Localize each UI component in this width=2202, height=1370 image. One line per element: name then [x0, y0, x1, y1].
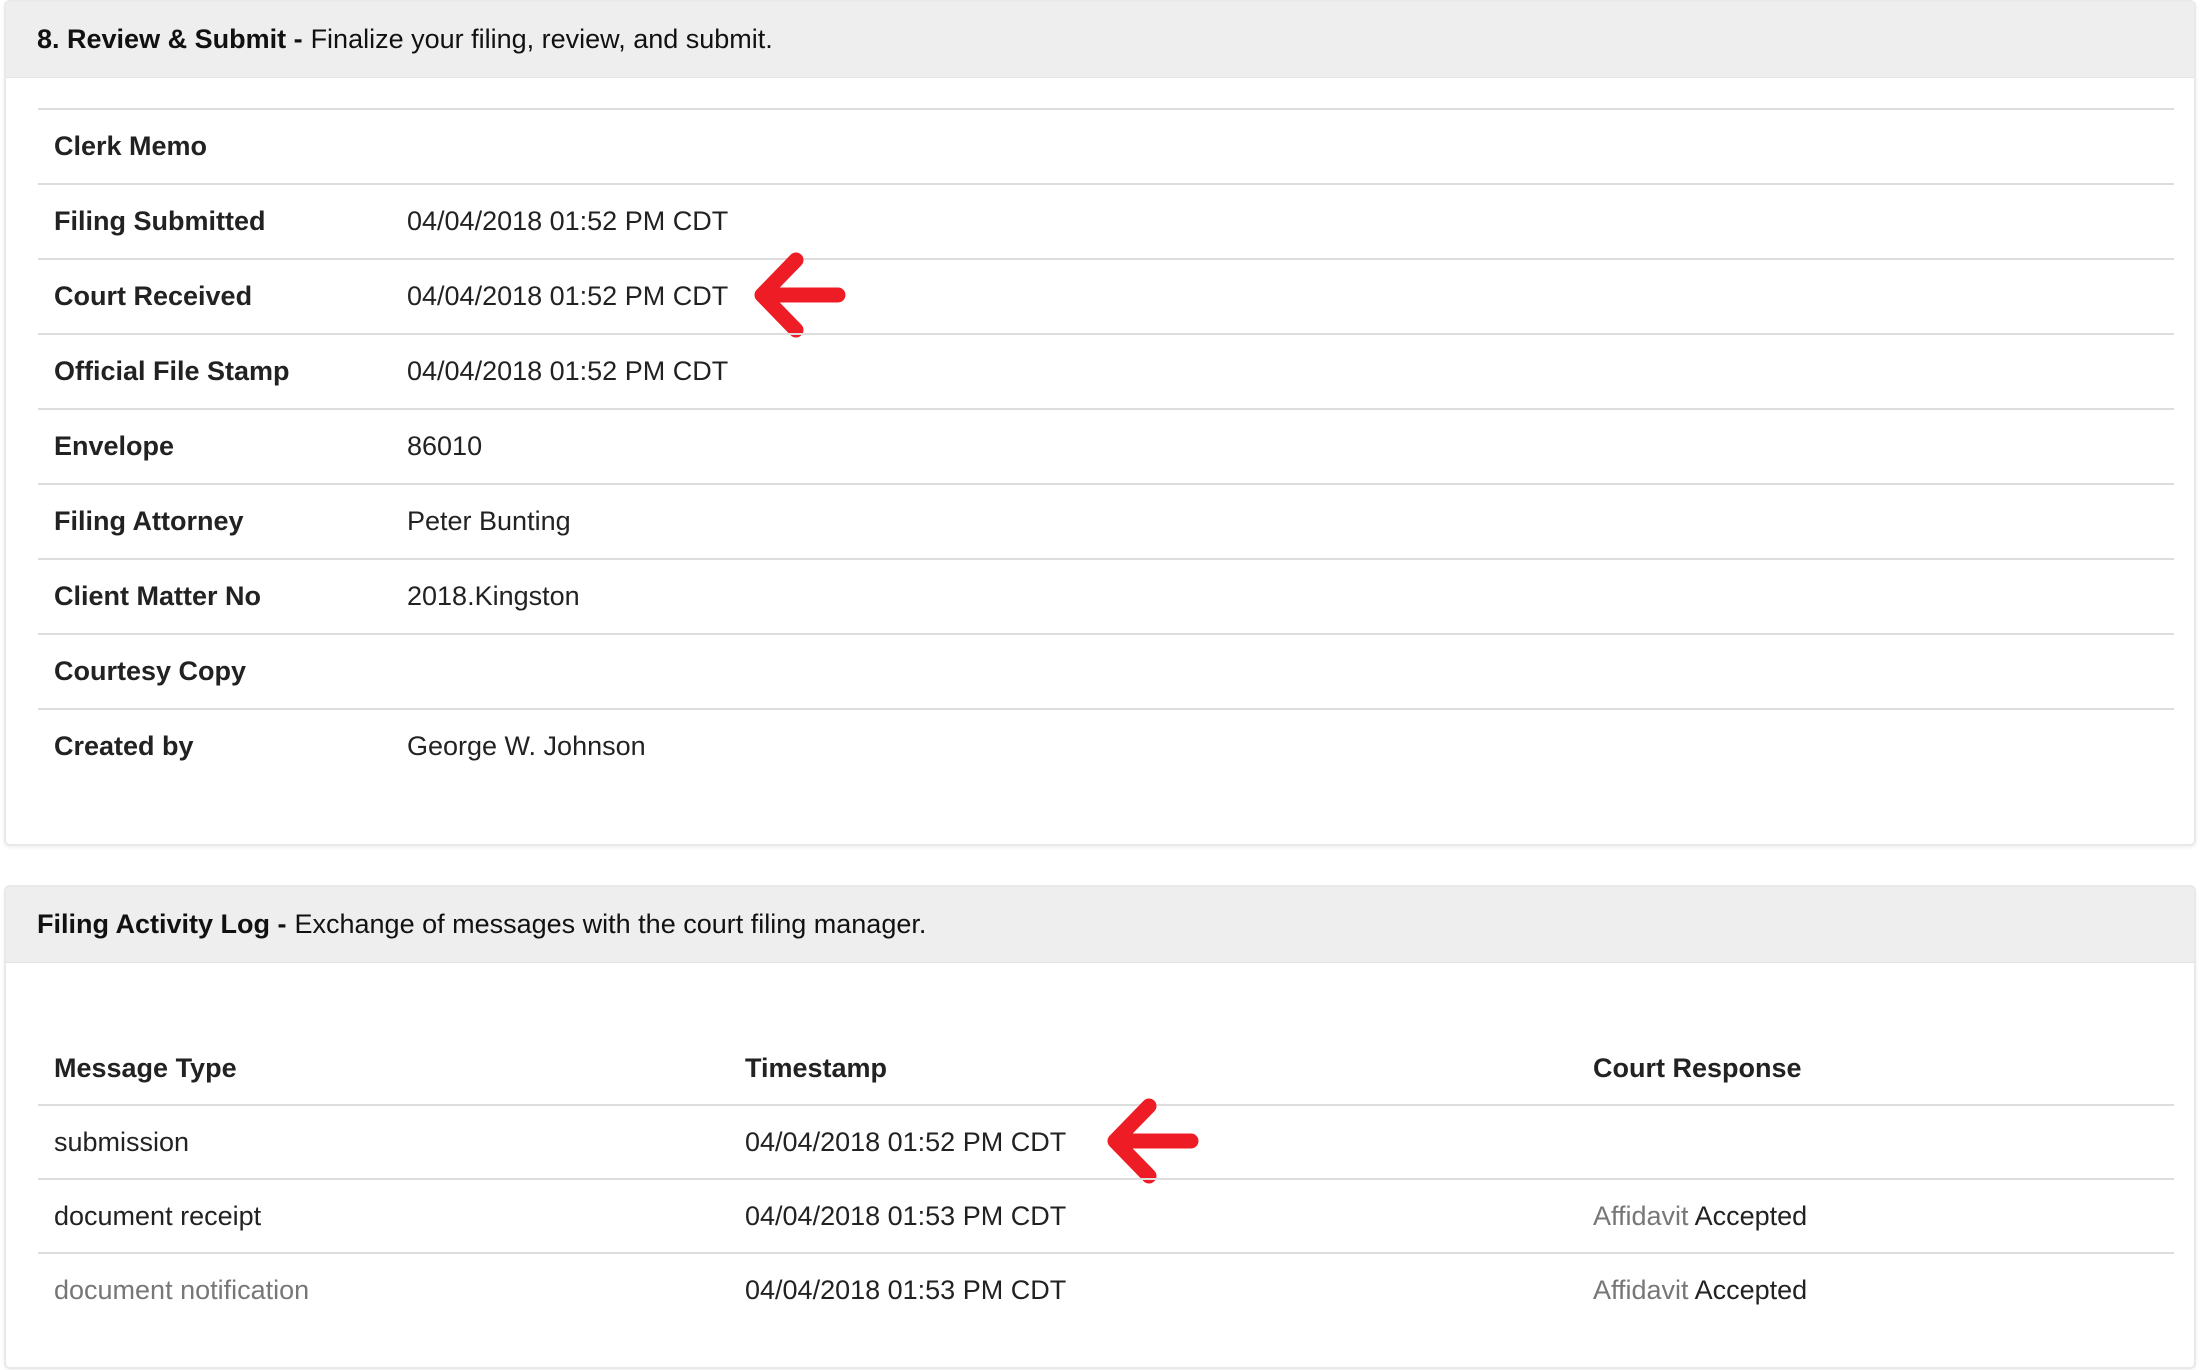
detail-value: Peter Bunting [407, 506, 571, 536]
timestamp: 04/04/2018 01:53 PM CDT [745, 1274, 1067, 1305]
filing-details-table: Clerk Memo Filing Submitted 04/04/2018 0… [38, 108, 2174, 783]
activity-log-table: Message Type Timestamp Court Response su… [38, 1032, 2174, 1326]
court-response: Affidavit Accepted [1593, 1201, 1807, 1232]
detail-label: Envelope [54, 431, 175, 461]
detail-label: Client Matter No [54, 581, 262, 611]
message-type: document receipt [54, 1200, 262, 1231]
timestamp: 04/04/2018 01:53 PM CDT [745, 1200, 1067, 1231]
detail-label: Created by [54, 731, 194, 761]
detail-value: 2018.Kingston [407, 581, 580, 611]
detail-label: Clerk Memo [54, 131, 208, 161]
column-header-message-type: Message Type [54, 1052, 237, 1083]
table-row: document receipt 04/04/2018 01:53 PM CDT… [38, 1178, 2174, 1252]
detail-label: Courtesy Copy [54, 656, 247, 686]
table-row: submission 04/04/2018 01:52 PM CDT [38, 1098, 2174, 1184]
table-header-row: Message Type Timestamp Court Response [38, 1032, 2174, 1104]
court-response: Affidavit Accepted [1593, 1275, 1807, 1306]
message-type-link[interactable]: document notification [54, 1275, 309, 1306]
detail-label: Filing Submitted [54, 206, 266, 236]
detail-value: 04/04/2018 01:52 PM CDT [407, 206, 729, 236]
detail-row-court-received: Court Received 04/04/2018 01:52 PM CDT [38, 252, 2174, 338]
detail-value: 86010 [407, 431, 483, 461]
detail-row-created-by: Created by George W. Johnson [38, 708, 2174, 783]
review-submit-panel: 8. Review & Submit - Finalize your filin… [4, 0, 2196, 846]
activity-log-title: Filing Activity Log - [37, 909, 287, 939]
detail-row-clerk-memo: Clerk Memo [38, 108, 2174, 183]
column-header-timestamp: Timestamp [745, 1052, 888, 1083]
response-status: Accepted [1694, 1274, 1808, 1305]
response-status: Accepted [1694, 1200, 1808, 1231]
detail-value: 04/04/2018 01:52 PM CDT [407, 356, 729, 386]
red-arrow-left-icon [752, 250, 848, 340]
timestamp: 04/04/2018 01:52 PM CDT [745, 1126, 1067, 1157]
column-header-court-response: Court Response [1593, 1052, 1802, 1083]
activity-log-header: Filing Activity Log - Exchange of messag… [6, 887, 2194, 963]
detail-row-envelope: Envelope 86010 [38, 408, 2174, 483]
detail-label: Filing Attorney [54, 506, 244, 536]
message-type: submission [54, 1126, 190, 1157]
filing-activity-log-panel: Filing Activity Log - Exchange of messag… [4, 885, 2196, 1369]
detail-label: Official File Stamp [54, 356, 290, 386]
detail-value: 04/04/2018 01:52 PM CDT [407, 281, 729, 311]
detail-row-filing-attorney: Filing Attorney Peter Bunting [38, 483, 2174, 558]
detail-row-client-matter-no: Client Matter No 2018.Kingston [38, 558, 2174, 633]
review-submit-header: 8. Review & Submit - Finalize your filin… [6, 2, 2194, 78]
detail-row-courtesy-copy: Courtesy Copy [38, 633, 2174, 708]
document-link[interactable]: Affidavit [1593, 1275, 1689, 1305]
table-row: document notification 04/04/2018 01:53 P… [38, 1252, 2174, 1326]
detail-row-official-file-stamp: Official File Stamp 04/04/2018 01:52 PM … [38, 333, 2174, 408]
detail-label: Court Received [54, 281, 253, 311]
review-step-title: 8. Review & Submit - [37, 24, 303, 54]
detail-row-filing-submitted: Filing Submitted 04/04/2018 01:52 PM CDT [38, 183, 2174, 258]
activity-log-description: Exchange of messages with the court fili… [294, 909, 927, 939]
red-arrow-left-icon [1105, 1096, 1201, 1186]
review-step-description: Finalize your filing, review, and submit… [310, 24, 773, 54]
document-link[interactable]: Affidavit [1593, 1201, 1689, 1231]
detail-value: George W. Johnson [407, 731, 646, 761]
